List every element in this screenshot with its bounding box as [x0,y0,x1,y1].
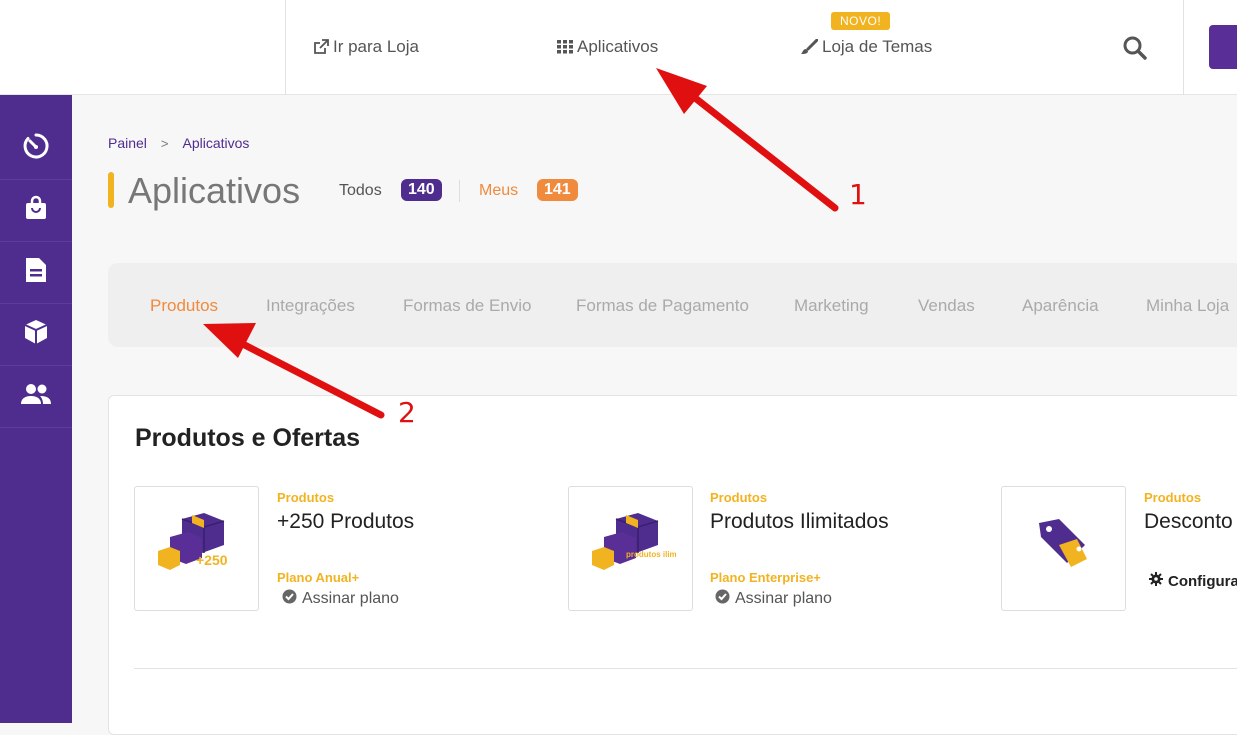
topbar-divider [1183,0,1184,95]
search-button[interactable] [1122,35,1148,61]
tab-minha-loja[interactable]: Minha Loja [1146,296,1229,316]
search-icon [1122,36,1148,65]
grid-icon [557,40,573,54]
gear-icon [1149,572,1163,590]
sidebar-item-pages[interactable] [0,242,72,304]
timer-icon [21,131,51,166]
subscribe-plan-button[interactable]: Assinar plano [282,589,399,609]
tab-formas-de-pagamento[interactable]: Formas de Pagamento [576,296,749,316]
check-circle-icon [282,589,297,609]
section-title: Produtos e Ofertas [135,424,361,452]
external-link-icon [313,39,329,55]
sidebar-item-sales[interactable] [0,180,72,242]
go-to-store-label: Ir para Loja [333,37,419,56]
breadcrumb-home-link[interactable]: Painel [108,135,147,151]
filter-all-count-badge: 140 [401,179,442,201]
filter-divider [459,180,460,202]
breadcrumb-separator: > [160,135,169,151]
configure-label: Configura [1168,572,1237,590]
check-circle-icon [715,589,730,609]
subscribe-plan-button[interactable]: Assinar plano [715,589,832,609]
theme-store-link[interactable]: Loja de Temas [800,37,932,57]
sidebar-item-customers[interactable] [0,366,72,428]
section-divider [134,668,1237,669]
price-tag-icon [1029,511,1099,586]
users-icon [20,382,52,411]
filter-mine-link[interactable]: Meus [479,182,518,200]
annotation-label-2: 2 [398,396,416,429]
sidebar [0,95,72,723]
sidebar-item-dashboard[interactable] [0,118,72,180]
subscribe-plan-label: Assinar plano [302,590,399,607]
annotation-label-1: 1 [849,178,867,211]
document-icon [24,256,48,289]
app-thumbnail-produtos-ilimitados[interactable]: produtos ilimitados [568,486,700,611]
tab-integracoes[interactable]: Integrações [266,296,355,316]
app-plan: Plano Enterprise+ [710,570,821,585]
category-tabs: Produtos Integrações Formas de Envio For… [108,263,1237,347]
title-accent-bar [108,172,114,208]
breadcrumb: Painel > Aplicativos [108,135,249,151]
sidebar-item-products[interactable] [0,304,72,366]
boxes-unlimited-icon: produtos ilimitados [586,511,700,586]
apps-link[interactable]: Aplicativos [557,37,658,57]
thumb-text-ilimitados: produtos ilimitados [626,550,676,559]
shopping-bag-icon [22,194,50,227]
app-plan: Plano Anual+ [277,570,360,585]
filter-mine-count-badge: 141 [537,179,578,201]
configure-button[interactable]: Configura [1149,572,1237,590]
brush-icon [800,39,818,55]
app-name[interactable]: Produtos Ilimitados [710,510,889,534]
tab-produtos[interactable]: Produtos [150,296,218,316]
apps-label: Aplicativos [577,37,659,56]
top-bar: Ir para Loja Aplicativos NOVO! Loja de T… [0,0,1237,95]
app-category: Produtos [1144,490,1202,505]
topbar-divider [285,0,286,95]
app-category: Produtos [277,490,335,505]
account-button[interactable] [1209,25,1237,69]
go-to-store-link[interactable]: Ir para Loja [313,37,419,57]
app-name[interactable]: +250 Produtos [277,510,414,534]
boxes-250-icon: +250 [152,511,242,586]
tab-marketing[interactable]: Marketing [794,296,869,316]
new-badge: NOVO! [831,12,891,30]
thumb-text-250: +250 [196,552,228,568]
filter-all-link[interactable]: Todos [339,182,382,200]
theme-store-label: Loja de Temas [822,37,933,56]
page-title: Aplicativos [128,170,301,211]
app-name[interactable]: Desconto [1144,510,1233,534]
tab-aparencia[interactable]: Aparência [1022,296,1099,316]
tab-formas-de-envio[interactable]: Formas de Envio [403,296,532,316]
app-thumbnail-desconto[interactable] [1001,486,1126,611]
tab-vendas[interactable]: Vendas [918,296,975,316]
app-thumbnail-250-produtos[interactable]: +250 [134,486,259,611]
subscribe-plan-label: Assinar plano [735,590,832,607]
box-icon [22,318,50,351]
breadcrumb-current: Aplicativos [182,135,250,151]
app-category: Produtos [710,490,768,505]
